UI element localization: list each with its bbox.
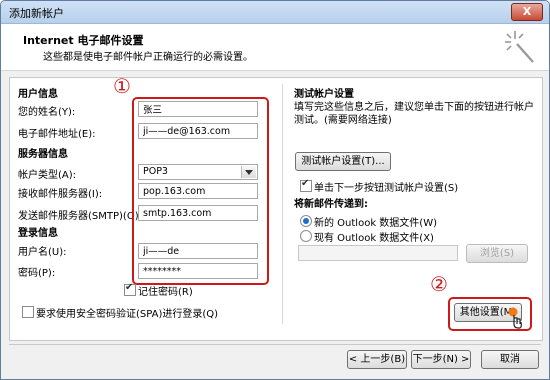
user-info-heading: 用户信息 (18, 89, 58, 100)
browse-button[interactable]: 浏览(S) (466, 244, 528, 263)
datafile-path-input[interactable] (298, 245, 458, 261)
spa-checkbox[interactable] (22, 306, 34, 318)
back-button[interactable]: < 上一步(B) (347, 350, 407, 369)
new-datafile-label: 新的 Outlook 数据文件(W) (314, 218, 437, 229)
next-button[interactable]: 下一步(N) > (411, 350, 471, 369)
test-settings-description: 填写完这些信息之后，建议您单击下面的按钮进行帐户测试。(需要网络连接) (294, 102, 534, 126)
existing-datafile-label: 现有 Outlook 数据文件(X) (314, 233, 434, 244)
deliver-to-heading: 将新邮件传递到: (294, 199, 368, 210)
highlight-box-fields (132, 97, 269, 285)
new-datafile-radio[interactable] (300, 215, 312, 227)
incoming-server-label: 接收邮件服务器(I): (18, 189, 103, 200)
window-title: 添加新帐户 (9, 7, 64, 20)
remember-password-label: 记住密码(R) (138, 287, 193, 298)
password-label: 密码(P): (18, 268, 56, 279)
close-button[interactable]: X (511, 3, 543, 21)
footer-divider (9, 344, 541, 345)
annotation-badge-1: ① (113, 74, 131, 98)
name-label: 您的姓名(Y): (18, 107, 76, 118)
cancel-button[interactable]: 取消 (481, 350, 539, 369)
account-type-label: 帐户类型(A): (18, 170, 77, 181)
settings-panel: 用户信息 您的姓名(Y): 电子邮件地址(E): 服务器信息 帐户类型(A): … (9, 74, 543, 341)
username-label: 用户名(U): (18, 247, 67, 258)
server-info-heading: 服务器信息 (18, 149, 68, 160)
existing-datafile-radio[interactable] (300, 230, 312, 242)
hand-cursor-icon (508, 307, 522, 329)
spa-label: 要求使用安全密码验证(SPA)进行登录(Q) (36, 309, 219, 320)
auto-test-label: 单击下一步按钮测试帐户设置(S) (314, 183, 459, 194)
outgoing-server-label: 发送邮件服务器(SMTP)(O): (18, 211, 142, 222)
remember-password-checkbox[interactable] (124, 282, 136, 296)
page-header: Internet 电子邮件设置 这些都是使电子邮件帐户正确运行的必需设置。 (1, 24, 549, 71)
annotation-badge-2: ② (430, 272, 448, 296)
page-subtitle: 这些都是使电子邮件帐户正确运行的必需设置。 (43, 52, 253, 63)
title-bar: 添加新帐户 X (1, 1, 549, 24)
auto-test-checkbox[interactable] (300, 178, 312, 192)
column-divider (282, 84, 283, 324)
add-account-window: 添加新帐户 X Internet 电子邮件设置 这些都是使电子邮件帐户正确运行的… (0, 0, 550, 380)
login-info-heading: 登录信息 (18, 228, 58, 239)
page-title: Internet 电子邮件设置 (23, 34, 144, 47)
wizard-sparkle-icon (505, 31, 534, 63)
email-label: 电子邮件地址(E): (18, 129, 96, 140)
test-settings-heading: 测试帐户设置 (294, 89, 354, 100)
test-account-button[interactable]: 测试帐户设置(T)... (295, 152, 391, 171)
